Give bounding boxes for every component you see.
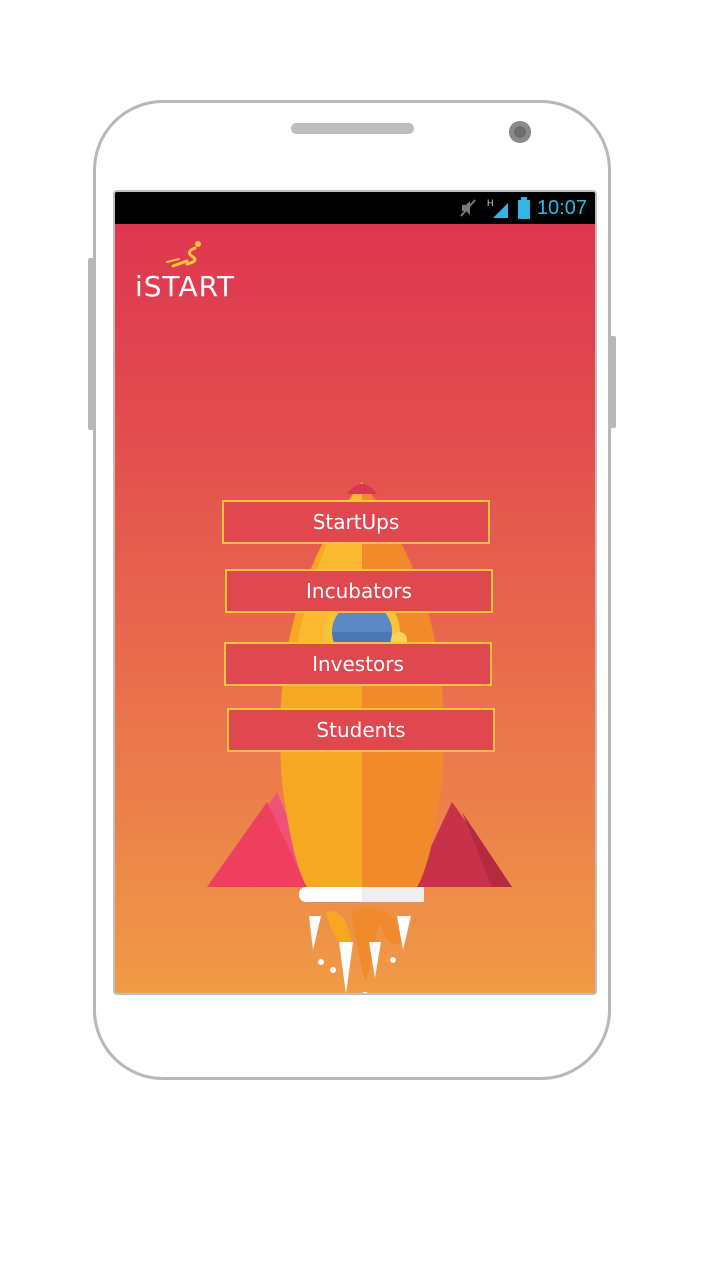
mute-icon xyxy=(459,198,477,223)
signal-h-icon: H xyxy=(487,197,511,224)
investors-button[interactable]: Investors xyxy=(224,642,492,686)
rocket-flames xyxy=(309,907,411,993)
front-camera xyxy=(509,121,531,143)
startups-button[interactable]: StartUps xyxy=(222,500,490,544)
students-button[interactable]: Students xyxy=(227,708,495,752)
battery-icon xyxy=(517,197,531,224)
status-bar: H 10:07 xyxy=(115,192,595,224)
svg-text:H: H xyxy=(487,198,494,208)
app-screen: H 10:07 iSTART StartUps Incubators Inves… xyxy=(113,190,597,995)
app-logo: iSTART xyxy=(135,240,235,310)
rocket-illustration xyxy=(207,482,512,902)
speaker-grille xyxy=(291,123,414,134)
incubators-button[interactable]: Incubators xyxy=(225,569,493,613)
status-time: 10:07 xyxy=(536,197,587,219)
logo-text: iSTART xyxy=(135,270,236,303)
device-mockup: H 10:07 iSTART StartUps Incubators Inves… xyxy=(0,0,710,1263)
